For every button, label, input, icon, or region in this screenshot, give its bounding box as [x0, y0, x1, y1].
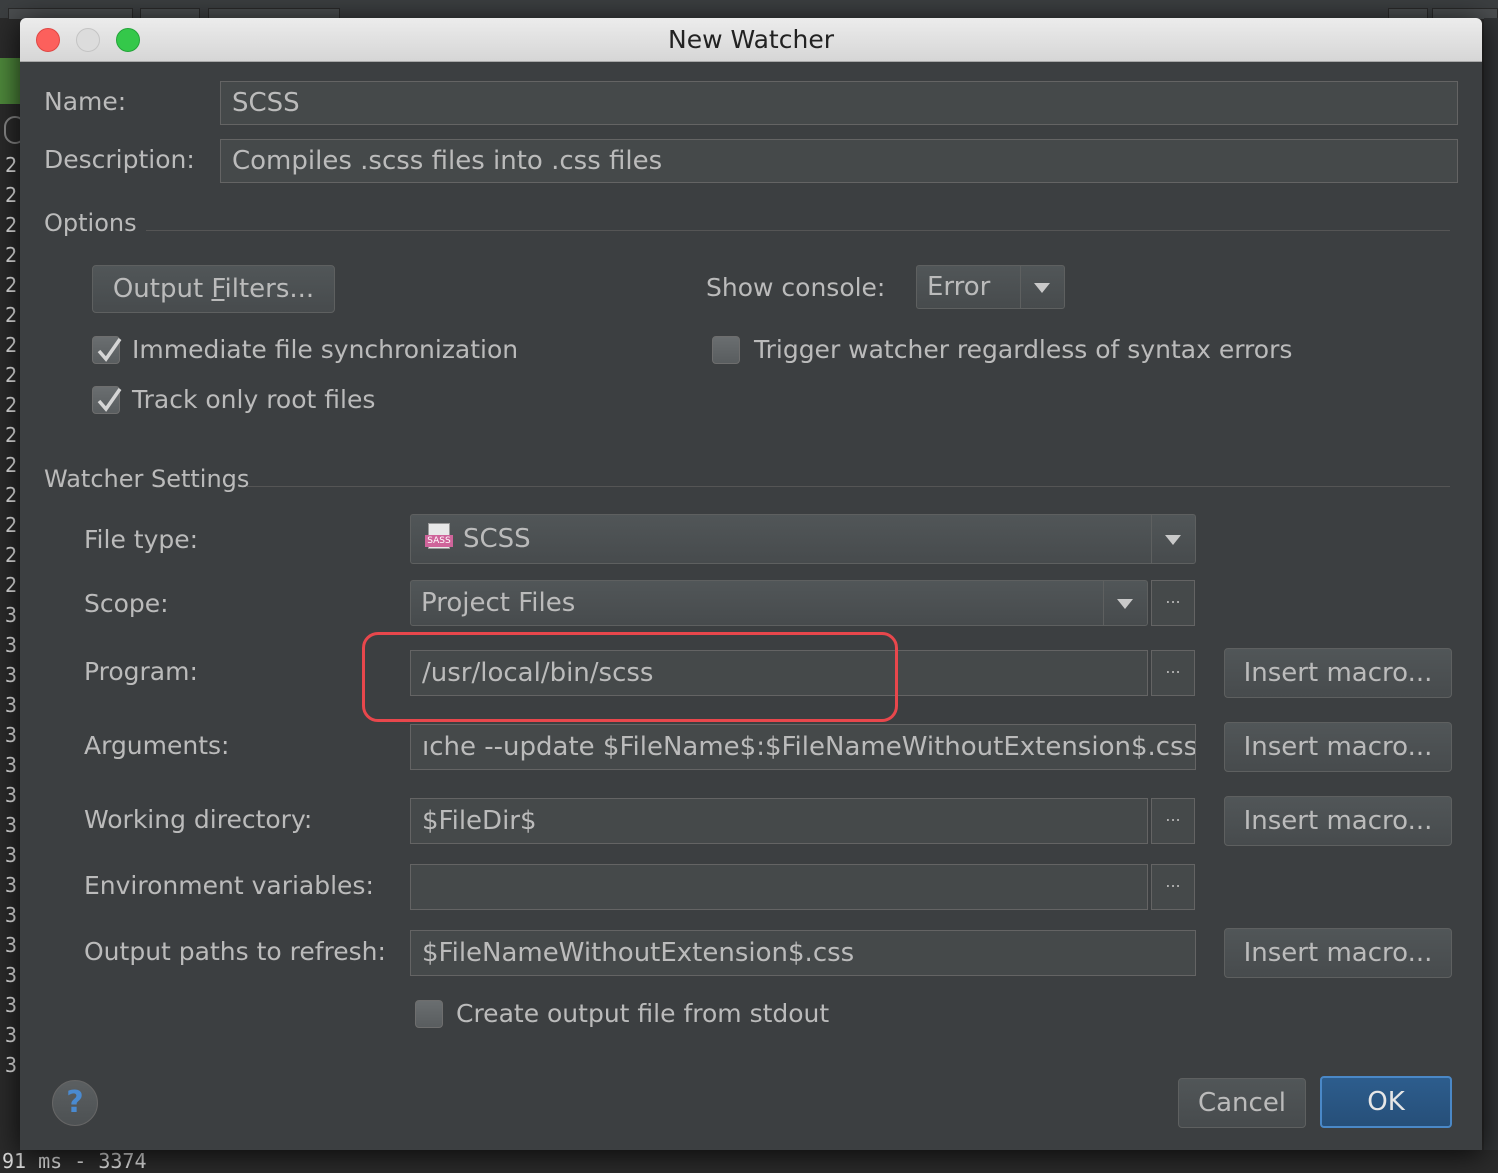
gutter-digit: 2	[5, 513, 18, 537]
show-console-select[interactable]: Error	[916, 265, 1065, 309]
output-filters-mnemonic: F	[211, 274, 225, 304]
scope-label: Scope:	[84, 589, 169, 618]
file-type-select[interactable]: SASS SCSS	[410, 514, 1196, 564]
gutter-digit: 3	[5, 993, 18, 1017]
highlight-annotation	[362, 632, 898, 722]
program-browse-button[interactable]: ...	[1151, 650, 1195, 696]
file-type-value: SCSS	[463, 524, 531, 554]
show-console-dropdown[interactable]	[1020, 266, 1064, 308]
gutter-digit: 2	[5, 543, 18, 567]
gutter-digit: 2	[5, 213, 18, 237]
gutter-digit: 3	[5, 873, 18, 897]
options-section-title: Options	[44, 209, 137, 237]
output-filters-prefix: Output	[112, 274, 212, 304]
gutter-digit: 3	[5, 693, 18, 717]
scope-value: Project Files	[421, 588, 576, 618]
description-field[interactable]: Compiles .scss files into .css files	[220, 139, 1458, 183]
gutter-digit: 2	[5, 153, 18, 177]
show-console-value: Error	[927, 272, 991, 302]
show-console-label: Show console:	[706, 273, 886, 302]
trigger-watcher-checkbox[interactable]	[712, 336, 740, 364]
gutter-digit: 2	[5, 573, 18, 597]
create-output-checkbox[interactable]	[415, 1000, 443, 1028]
chevron-down-icon	[1034, 283, 1050, 293]
gutter-digit: 2	[5, 453, 18, 477]
output-paths-field[interactable]: $FileNameWithoutExtension$.css	[410, 930, 1196, 976]
environment-variables-browse-button[interactable]: ...	[1151, 864, 1195, 910]
ide-top-bar	[0, 0, 1498, 20]
ide-right-scrollbar[interactable]	[1484, 18, 1498, 1158]
create-output-label: Create output file from stdout	[456, 999, 830, 1028]
chevron-down-icon	[1117, 599, 1133, 609]
dialog-title: New Watcher	[668, 25, 834, 54]
gutter-digit: 3	[5, 1023, 18, 1047]
gutter-digit: 2	[5, 303, 18, 327]
ide-status-text: 91 ms - 3374	[0, 1150, 1498, 1172]
watcher-settings-separator	[246, 486, 1450, 487]
scope-select[interactable]: Project Files	[410, 580, 1148, 626]
sass-badge: SASS	[425, 535, 453, 547]
output-filters-button[interactable]: Output Filters...	[92, 265, 335, 313]
immediate-sync-label: Immediate file synchronization	[132, 335, 519, 364]
scope-dropdown[interactable]	[1103, 581, 1147, 625]
output-paths-insert-macro-button[interactable]: Insert macro...	[1224, 928, 1452, 978]
working-directory-browse-button[interactable]: ...	[1151, 798, 1195, 844]
watcher-settings-section-title: Watcher Settings	[44, 465, 250, 493]
gutter-digit: 2	[5, 243, 18, 267]
gutter-digit: 3	[5, 813, 18, 837]
gutter-digit: 3	[5, 933, 18, 957]
track-root-checkbox[interactable]	[92, 386, 122, 414]
file-type-label: File type:	[84, 525, 199, 554]
working-directory-insert-macro-button[interactable]: Insert macro...	[1224, 796, 1452, 846]
gutter-digit: 2	[5, 183, 18, 207]
gutter-digit: 3	[5, 783, 18, 807]
ide-line-gutter: 2 2 2 2 2 2 2 2 2 2 2 2 2 2 2 3 3 3 3 3 3 3 3 3 3 3 3 3 3 3 3	[0, 150, 20, 1090]
gutter-digit: 2	[5, 423, 18, 447]
gutter-digit: 3	[5, 723, 18, 747]
dialog-titlebar: New Watcher	[20, 18, 1482, 62]
environment-variables-field[interactable]	[410, 864, 1148, 910]
help-button[interactable]: ?	[52, 1080, 98, 1126]
scope-browse-button[interactable]: ...	[1151, 580, 1195, 626]
chevron-down-icon	[1165, 535, 1181, 545]
arguments-label: Arguments:	[84, 731, 230, 760]
sass-file-icon: SASS	[425, 523, 453, 551]
ok-button[interactable]: OK	[1320, 1076, 1452, 1128]
working-directory-label: Working directory:	[84, 805, 313, 834]
gutter-digit: 2	[5, 393, 18, 417]
gutter-digit: 3	[5, 753, 18, 777]
gutter-digit: 2	[5, 273, 18, 297]
checkmark-icon	[97, 387, 122, 412]
gutter-digit: 2	[5, 333, 18, 357]
gutter-digit: 2	[5, 483, 18, 507]
gutter-digit: 2	[5, 363, 18, 387]
file-type-dropdown[interactable]	[1151, 515, 1195, 563]
name-label: Name:	[44, 87, 127, 116]
arguments-field[interactable]: ıche --update $FileName$:$FileNameWithou…	[410, 724, 1196, 770]
gutter-digit: 3	[5, 663, 18, 687]
gutter-digit: 3	[5, 903, 18, 927]
description-label: Description:	[44, 145, 195, 174]
options-separator	[146, 230, 1450, 231]
trigger-watcher-label: Trigger watcher regardless of syntax err…	[754, 335, 1293, 364]
gutter-digit: 3	[5, 603, 18, 627]
gutter-digit: 3	[5, 963, 18, 987]
gutter-digit: 3	[5, 1053, 18, 1077]
output-paths-label: Output paths to refresh:	[84, 937, 386, 966]
ide-run-indicator	[0, 58, 20, 104]
working-directory-field[interactable]: $FileDir$	[410, 798, 1148, 844]
track-root-label: Track only root files	[132, 385, 376, 414]
arguments-insert-macro-button[interactable]: Insert macro...	[1224, 722, 1452, 772]
name-field[interactable]: SCSS	[220, 81, 1458, 125]
checkmark-icon	[97, 337, 122, 362]
new-watcher-dialog: New Watcher Name: SCSS Description: Comp…	[20, 18, 1482, 1150]
program-label: Program:	[84, 657, 198, 686]
gutter-digit: 3	[5, 633, 18, 657]
cancel-button[interactable]: Cancel	[1178, 1078, 1306, 1128]
immediate-sync-checkbox[interactable]	[92, 336, 122, 364]
environment-variables-label: Environment variables:	[84, 871, 374, 900]
gutter-digit: 3	[5, 843, 18, 867]
output-filters-suffix: ilters...	[224, 274, 315, 304]
program-insert-macro-button[interactable]: Insert macro...	[1224, 648, 1452, 698]
